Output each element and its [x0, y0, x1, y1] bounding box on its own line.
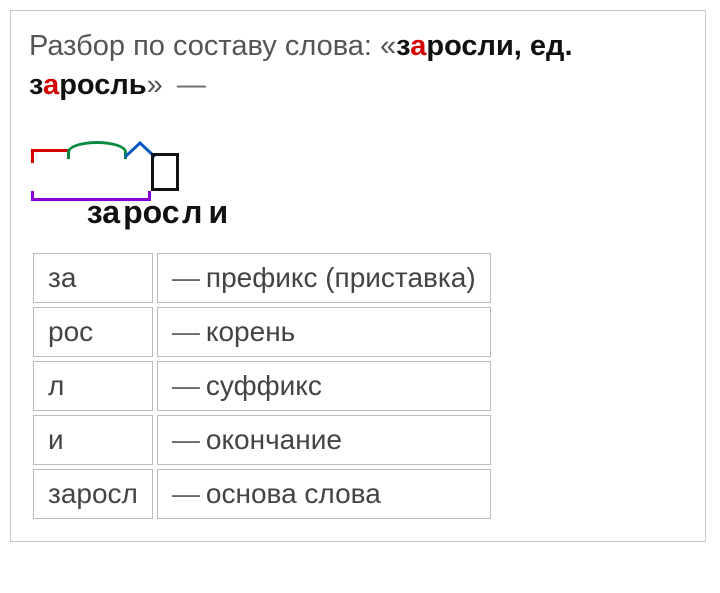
diagram-prefix: за	[84, 194, 122, 231]
table-row: и —окончание	[33, 415, 491, 465]
desc-cell: —основа слова	[157, 469, 491, 519]
morpheme-diagram: заросли	[31, 135, 232, 195]
heading: Разбор по составу слова: «заросли, ед. з…	[29, 27, 687, 105]
word1-part2: росли	[426, 30, 513, 62]
word1-stress: а	[410, 30, 426, 62]
word2-part2: росль	[59, 69, 146, 101]
word-sep: , ед.	[514, 30, 573, 62]
analysis-card: Разбор по составу слова: «заросли, ед. з…	[10, 10, 706, 542]
desc-text: основа слова	[206, 478, 381, 509]
word2-stress: а	[43, 69, 59, 101]
desc-cell: —окончание	[157, 415, 491, 465]
table-row: заросл —основа слова	[33, 469, 491, 519]
desc-cell: —корень	[157, 307, 491, 357]
morph-cell: л	[33, 361, 153, 411]
desc-cell: —суффикс	[157, 361, 491, 411]
mdash: —	[172, 478, 206, 509]
mdash: —	[172, 424, 206, 455]
diagram-root: рос	[122, 194, 180, 231]
table-row: рос —корень	[33, 307, 491, 357]
heading-text-2: »	[147, 69, 171, 101]
morph-cell: рос	[33, 307, 153, 357]
mdash: —	[172, 316, 206, 347]
word2-part1: з	[29, 69, 43, 101]
table-row: л —суффикс	[33, 361, 491, 411]
desc-text: суффикс	[206, 370, 322, 401]
heading-dash: —	[171, 69, 206, 101]
mdash: —	[172, 370, 206, 401]
diagram-ending: и	[204, 194, 232, 231]
desc-text: префикс (приставка)	[206, 262, 476, 293]
morph-cell: заросл	[33, 469, 153, 519]
desc-text: корень	[206, 316, 295, 347]
diagram-suffix: л	[180, 194, 204, 231]
morph-cell: и	[33, 415, 153, 465]
heading-text-1: Разбор по составу слова: «	[29, 30, 396, 62]
word1-part1: з	[396, 30, 410, 62]
desc-text: окончание	[206, 424, 342, 455]
morpheme-table: за —префикс (приставка) рос —корень л —с…	[29, 249, 495, 523]
